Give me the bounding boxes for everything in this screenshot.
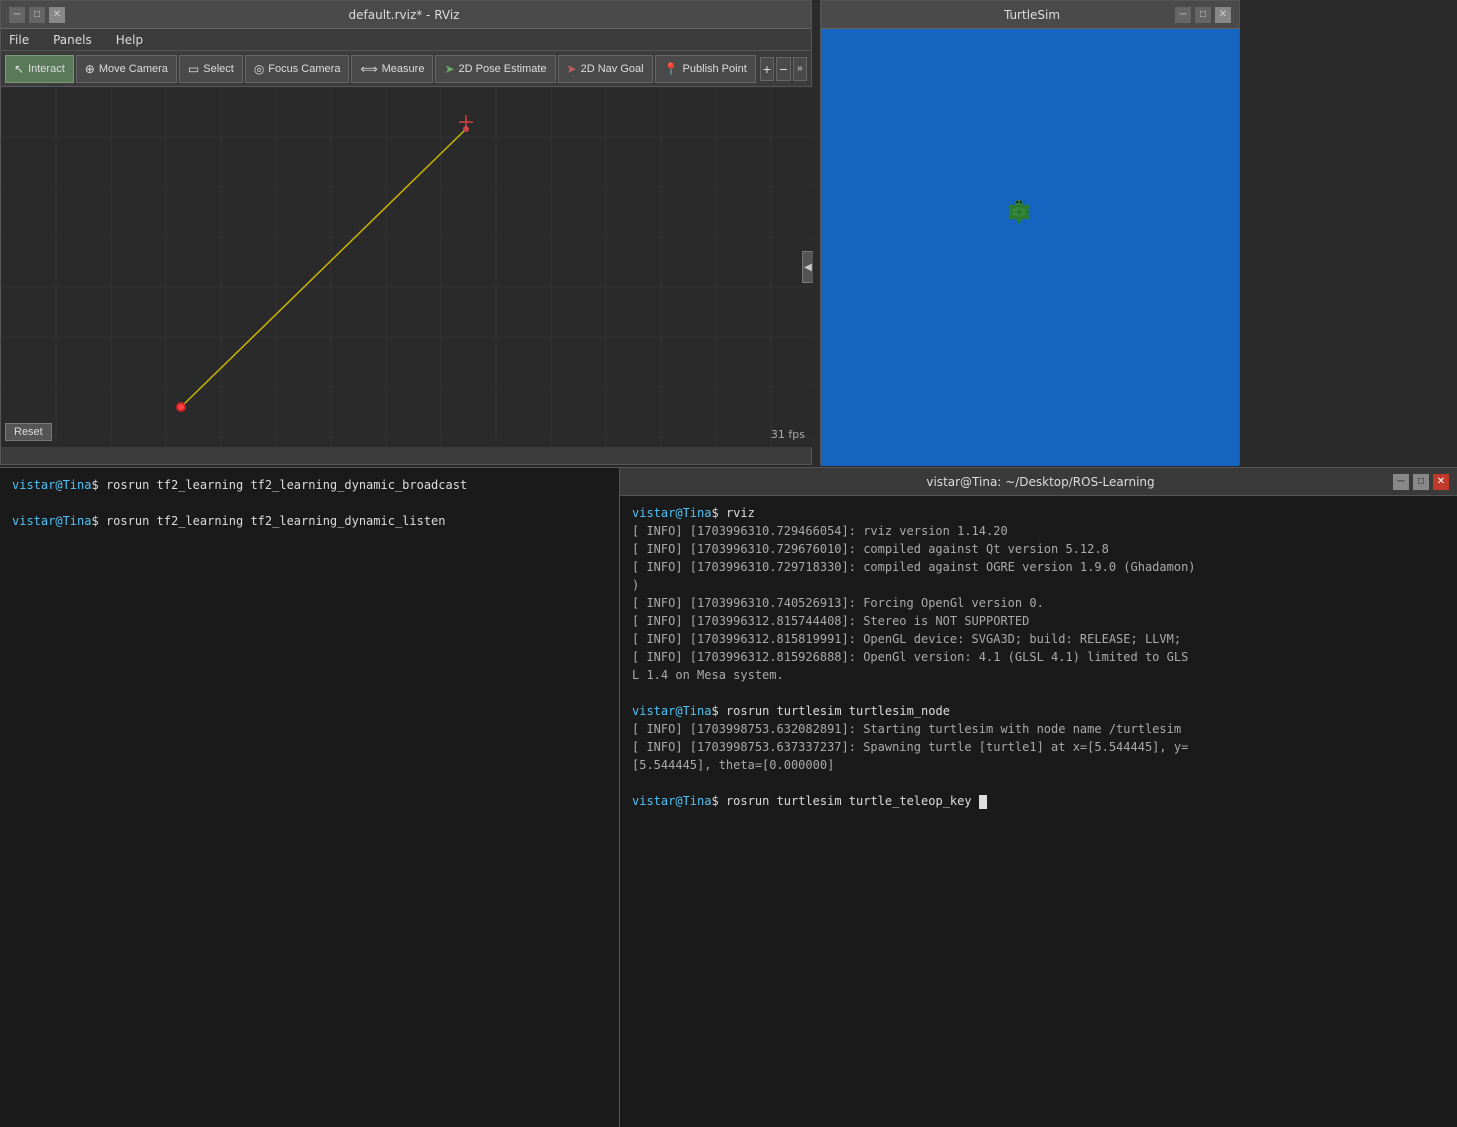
tr-line-info1: [ INFO] [1703996310.729466054]: rviz ver… bbox=[632, 522, 1445, 540]
turtlesim-minimize-btn[interactable]: ─ bbox=[1175, 7, 1191, 23]
zoom-more-btn[interactable]: » bbox=[793, 57, 807, 81]
grid-svg bbox=[1, 87, 813, 447]
zoom-out-btn[interactable]: − bbox=[776, 57, 790, 81]
tr-line-info4: [ INFO] [1703996310.740526913]: Forcing … bbox=[632, 594, 1445, 612]
tr-line-info3: [ INFO] [1703996310.729718330]: compiled… bbox=[632, 558, 1445, 576]
nav-goal-icon: ➤ bbox=[567, 62, 577, 76]
select-icon: ▭ bbox=[188, 62, 199, 76]
nav-goal-btn[interactable]: ➤ 2D Nav Goal bbox=[558, 55, 653, 83]
focus-camera-btn[interactable]: ◎ Focus Camera bbox=[245, 55, 350, 83]
turtlesim-title: TurtleSim bbox=[889, 8, 1175, 22]
tr-line-info5: [ INFO] [1703996312.815744408]: Stereo i… bbox=[632, 612, 1445, 630]
tr-line-tinfo1: [ INFO] [1703998753.632082891]: Starting… bbox=[632, 720, 1445, 738]
focus-camera-icon: ◎ bbox=[254, 62, 264, 76]
turtlesim-maximize-btn[interactable]: □ bbox=[1195, 7, 1211, 23]
terminal-left-line-1: vistar@Tina$ rosrun tf2_learning tf2_lea… bbox=[12, 476, 607, 494]
menu-help[interactable]: Help bbox=[112, 31, 147, 49]
rviz-titlebar: ─ □ ✕ default.rviz* - RViz bbox=[1, 1, 811, 29]
terminal-right[interactable]: vistar@Tina: ~/Desktop/ROS-Learning ─ □ … bbox=[620, 467, 1457, 1127]
tr-line-info6: [ INFO] [1703996312.815819991]: OpenGL d… bbox=[632, 630, 1445, 648]
tr-line-info7: [ INFO] [1703996312.815926888]: OpenGl v… bbox=[632, 648, 1445, 666]
turtlesim-window: TurtleSim ─ □ ✕ bbox=[820, 0, 1240, 465]
interact-icon: ↖ bbox=[14, 62, 24, 76]
rviz-close-btn[interactable]: ✕ bbox=[49, 7, 65, 23]
fps-display: 31 fps bbox=[771, 428, 805, 441]
rviz-title: default.rviz* - RViz bbox=[65, 8, 743, 22]
terminal-right-close-btn[interactable]: ✕ bbox=[1433, 474, 1449, 490]
rviz-minimize-btn[interactable]: ─ bbox=[9, 7, 25, 23]
tr-line-cmd-turtlesim: vistar@Tina$ rosrun turtlesim turtlesim_… bbox=[632, 702, 1445, 720]
measure-icon: ⟺ bbox=[360, 62, 377, 76]
menu-file[interactable]: File bbox=[5, 31, 33, 49]
terminal-right-titlebar: vistar@Tina: ~/Desktop/ROS-Learning ─ □ … bbox=[620, 468, 1457, 496]
tr-line-tinfo2: [ INFO] [1703998753.637337237]: Spawning… bbox=[632, 738, 1445, 756]
cursor bbox=[979, 795, 987, 809]
collapse-panel-btn[interactable]: ◀ bbox=[802, 251, 813, 283]
turtlesim-titlebar: TurtleSim ─ □ ✕ bbox=[821, 1, 1239, 29]
terminal-right-minimize-btn[interactable]: ─ bbox=[1393, 474, 1409, 490]
tr-line-info2: [ INFO] [1703996310.729676010]: compiled… bbox=[632, 540, 1445, 558]
measure-btn[interactable]: ⟺ Measure bbox=[351, 55, 433, 83]
rviz-window: ─ □ ✕ default.rviz* - RViz File Panels H… bbox=[0, 0, 812, 465]
reset-btn[interactable]: Reset bbox=[5, 423, 52, 441]
terminal-container: vistar@Tina$ rosrun tf2_learning tf2_lea… bbox=[0, 467, 1457, 1127]
rviz-menubar: File Panels Help bbox=[1, 29, 811, 51]
publish-point-icon: 📍 bbox=[664, 62, 679, 76]
interact-btn[interactable]: ↖ Interact bbox=[5, 55, 74, 83]
rviz-3d-viewport[interactable]: Reset 31 fps ◀ bbox=[1, 87, 813, 447]
move-camera-icon: ⊕ bbox=[85, 62, 95, 76]
tr-line-cmd-teleop: vistar@Tina$ rosrun turtlesim turtle_tel… bbox=[632, 792, 1445, 810]
terminal-right-title: vistar@Tina: ~/Desktop/ROS-Learning bbox=[688, 475, 1393, 489]
terminal-right-maximize-btn[interactable]: □ bbox=[1413, 474, 1429, 490]
publish-point-btn[interactable]: 📍 Publish Point bbox=[655, 55, 756, 83]
menu-panels[interactable]: Panels bbox=[49, 31, 96, 49]
rviz-toolbar: ↖ Interact ⊕ Move Camera ▭ Select ◎ Focu… bbox=[1, 51, 811, 87]
tr-line-info7b: L 1.4 on Mesa system. bbox=[632, 666, 1445, 684]
tr-line-cmd-rviz: vistar@Tina$ rviz bbox=[632, 504, 1445, 522]
turtlesim-close-btn[interactable]: ✕ bbox=[1215, 7, 1231, 23]
tr-line-info3b: ) bbox=[632, 576, 1445, 594]
terminal-left-content: vistar@Tina$ rosrun tf2_learning tf2_lea… bbox=[0, 468, 619, 1099]
move-camera-btn[interactable]: ⊕ Move Camera bbox=[76, 55, 177, 83]
zoom-in-btn[interactable]: + bbox=[760, 57, 774, 81]
turtle-sprite bbox=[1001, 194, 1037, 230]
pose-estimate-btn[interactable]: ➤ 2D Pose Estimate bbox=[435, 55, 555, 83]
turtlesim-viewport bbox=[821, 29, 1239, 466]
select-btn[interactable]: ▭ Select bbox=[179, 55, 243, 83]
rviz-maximize-btn[interactable]: □ bbox=[29, 7, 45, 23]
terminal-left[interactable]: vistar@Tina$ rosrun tf2_learning tf2_lea… bbox=[0, 467, 620, 1127]
terminal-left-line-2: vistar@Tina$ rosrun tf2_learning tf2_lea… bbox=[12, 512, 607, 530]
tr-line-tinfo2b: [5.544445], theta=[0.000000] bbox=[632, 756, 1445, 774]
pose-estimate-icon: ➤ bbox=[444, 62, 454, 76]
terminal-right-content: vistar@Tina$ rviz [ INFO] [1703996310.72… bbox=[620, 496, 1457, 1127]
